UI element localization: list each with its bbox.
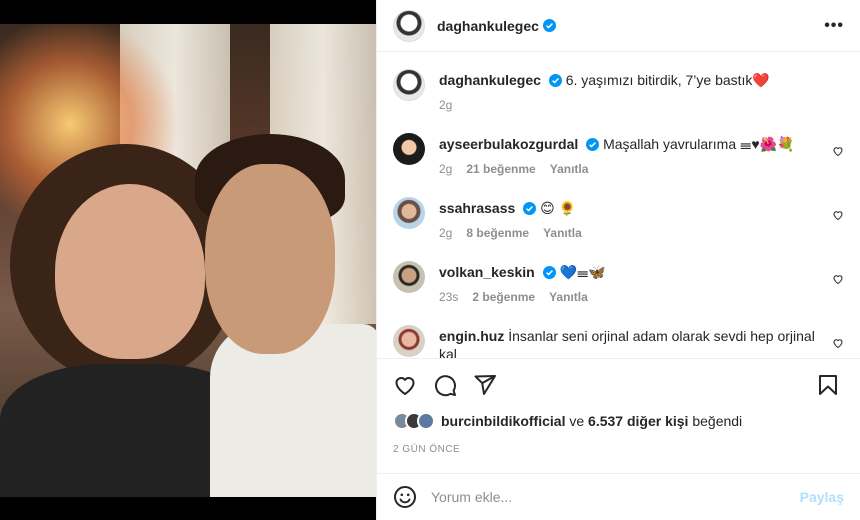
save-bookmark-icon[interactable] [816,373,840,397]
person-left-face [55,184,205,359]
comment-input[interactable] [431,489,800,505]
comment-row: volkan_keskin 💙𝍢🦋 23s 2 beğenme Yanıtla [393,261,844,325]
comment-like-heart-icon[interactable] [832,337,844,349]
share-paper-plane-icon[interactable] [473,373,497,397]
like-heart-icon[interactable] [393,373,417,397]
comment-username[interactable]: engin.huz [439,328,504,344]
comment-row: ayseerbulakozgurdal Maşallah yavrularıma… [393,133,844,197]
post-photo[interactable] [0,24,376,497]
likes-count[interactable]: 6.537 diğer kişi [588,413,688,429]
reply-button[interactable]: Yanıtla [550,160,589,178]
verified-badge-icon [548,74,562,87]
comment-like-count[interactable]: 8 beğenme [466,224,529,242]
emoji-icon[interactable] [393,485,417,509]
verified-badge-icon [523,202,537,215]
comment-time[interactable]: 23s [439,288,458,306]
comment-like-heart-icon[interactable] [832,273,844,285]
liker-avatar [417,412,435,430]
comment-like-heart-icon[interactable] [832,209,844,221]
post-actions-bar [377,358,860,418]
reply-button[interactable]: Yanıtla [549,288,588,306]
person-right-face [205,164,335,354]
reply-button[interactable]: Yanıtla [543,224,582,242]
caption-text: 6. yaşımızı bitirdik, 7’ye bastık❤️ [565,72,770,88]
comment-like-heart-icon[interactable] [832,145,844,157]
comment-time[interactable]: 2g [439,160,452,178]
caption-username[interactable]: daghankulegec [439,72,541,88]
comments-list: daghankulegec 6. yaşımızı bitirdik, 7’ye… [377,53,860,358]
more-options-icon[interactable]: ••• [824,17,844,35]
commenter-avatar[interactable] [393,133,425,165]
likes-and: ve [569,413,585,429]
post-side-panel: daghankulegec ••• daghankulegec 6. yaşım… [376,0,860,520]
comment-username[interactable]: ayseerbulakozgurdal [439,136,578,152]
commenter-avatar[interactable] [393,325,425,357]
comment-row: ssahrasass 😊 🌻 2g 8 beğenme Yanıtla [393,197,844,261]
post-comment-button[interactable]: Paylaş [800,489,844,505]
comment-username[interactable]: volkan_keskin [439,264,535,280]
liked-by-username[interactable]: burcinbildikofficial [441,413,565,429]
owner-username[interactable]: daghankulegec [437,18,539,34]
comment-bubble-icon[interactable] [433,373,457,397]
comment-row: engin.huz İnsanlar seni orjinal adam ola… [393,325,844,358]
verified-badge-icon [586,138,600,151]
likes-summary: burcinbildikofficial ve 6.537 diğer kişi… [393,412,844,430]
post-header: daghankulegec ••• [377,0,860,52]
caption-time[interactable]: 2g [439,96,452,114]
owner-avatar[interactable] [393,9,425,42]
comment-text: 😊 🌻 [540,200,576,216]
verified-badge-icon [542,266,556,279]
comment-composer: Paylaş [377,473,860,520]
caption-row: daghankulegec 6. yaşımızı bitirdik, 7’ye… [393,69,844,133]
comment-text: 💙𝍢🦋 [559,264,606,280]
comment-username[interactable]: ssahrasass [439,200,515,216]
owner-avatar[interactable] [393,69,425,101]
commenter-avatar[interactable] [393,197,425,229]
comment-time[interactable]: 2g [439,224,452,242]
instagram-post-modal: daghankulegec ••• daghankulegec 6. yaşım… [0,0,860,520]
verified-badge-icon [542,19,556,32]
photo-pane [0,0,376,520]
comment-like-count[interactable]: 2 beğenme [472,288,535,306]
comment-text: Maşallah yavrularıma 𝍢♥🌺💐 [603,136,795,152]
post-timestamp[interactable]: 2 GÜN ÖNCE [393,444,460,455]
commenter-avatar[interactable] [393,261,425,293]
likes-suffix: beğendi [692,413,743,429]
comment-like-count[interactable]: 21 beğenme [466,160,535,178]
